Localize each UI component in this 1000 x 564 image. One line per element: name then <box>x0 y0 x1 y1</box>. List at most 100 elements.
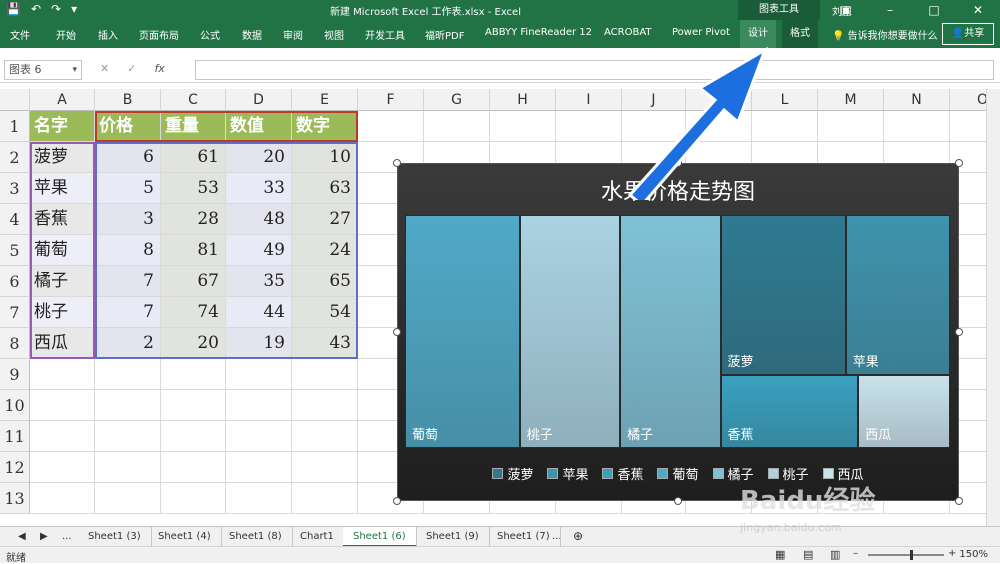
row-header-12[interactable]: 12 <box>0 452 30 483</box>
table-cell[interactable]: 54 <box>292 297 358 328</box>
tab-review[interactable]: 审阅 <box>283 27 303 42</box>
undo-icon[interactable]: ↶ <box>31 2 41 16</box>
add-sheet-icon[interactable]: ⊕ <box>573 529 583 543</box>
column-header-i[interactable]: I <box>556 89 622 111</box>
row-header-2[interactable]: 2 <box>0 142 30 173</box>
legend-item[interactable]: 菠萝 <box>492 464 533 483</box>
resize-handle[interactable] <box>955 159 963 167</box>
treemap-rect[interactable]: 菠萝 <box>720 215 846 376</box>
resize-handle[interactable] <box>393 159 401 167</box>
legend-item[interactable]: 葡萄 <box>657 464 699 483</box>
tab-foxit-pdf[interactable]: 福昕PDF <box>425 27 464 42</box>
cell[interactable] <box>161 483 226 514</box>
cell[interactable] <box>30 390 95 421</box>
tab-data[interactable]: 数据 <box>242 27 262 42</box>
cell[interactable] <box>95 359 161 390</box>
row-header-4[interactable]: 4 <box>0 204 30 235</box>
table-header-cell[interactable]: 重量 <box>161 111 226 142</box>
cell[interactable] <box>161 390 226 421</box>
table-cell[interactable]: 74 <box>161 297 226 328</box>
table-cell[interactable]: 2 <box>95 328 161 359</box>
treemap-rect[interactable]: 葡萄 <box>405 215 520 448</box>
resize-handle[interactable] <box>393 328 401 336</box>
row-header-8[interactable]: 8 <box>0 328 30 359</box>
column-header-m[interactable]: M <box>818 89 884 111</box>
tab-insert[interactable]: 插入 <box>98 27 118 42</box>
zoom-level[interactable]: 150% <box>959 549 988 560</box>
resize-handle[interactable] <box>393 497 401 505</box>
page-break-view-icon[interactable]: ▥ <box>830 548 840 561</box>
ribbon-options-icon[interactable]: ▣ <box>824 0 868 20</box>
legend-item[interactable]: 苹果 <box>547 464 588 483</box>
row-header-13[interactable]: 13 <box>0 483 30 514</box>
table-cell[interactable]: 49 <box>226 235 292 266</box>
table-cell[interactable]: 香蕉 <box>30 204 95 235</box>
table-cell[interactable]: 3 <box>95 204 161 235</box>
page-layout-view-icon[interactable]: ▤ <box>803 548 813 561</box>
cell[interactable] <box>358 111 424 142</box>
table-cell[interactable]: 28 <box>161 204 226 235</box>
cell[interactable] <box>95 452 161 483</box>
table-cell[interactable]: 24 <box>292 235 358 266</box>
table-cell[interactable]: 67 <box>161 266 226 297</box>
treemap-rect[interactable]: 香蕉 <box>720 375 859 448</box>
plot-area[interactable]: 葡萄 桃子 橘子 菠萝 苹果 香蕉 西瓜 <box>405 215 950 448</box>
tab-page-layout[interactable]: 页面布局 <box>139 27 179 42</box>
cell[interactable] <box>226 483 292 514</box>
treemap-rect[interactable]: 橘子 <box>620 215 721 448</box>
column-header-c[interactable]: C <box>161 89 226 111</box>
sheet-tab[interactable]: Sheet1 (6) <box>343 527 417 547</box>
insert-function-icon[interactable]: fx <box>154 62 164 75</box>
cell[interactable] <box>95 421 161 452</box>
sheet-tab[interactable]: Sheet1 (3) <box>78 527 152 547</box>
zoom-out-icon[interactable]: – <box>853 548 858 559</box>
cell[interactable] <box>226 390 292 421</box>
cell[interactable] <box>95 390 161 421</box>
cell[interactable] <box>161 421 226 452</box>
table-cell[interactable]: 35 <box>226 266 292 297</box>
table-cell[interactable]: 7 <box>95 297 161 328</box>
row-header-7[interactable]: 7 <box>0 297 30 328</box>
column-header-n[interactable]: N <box>884 89 950 111</box>
sheet-tab[interactable]: Sheet1 (8) <box>219 527 293 547</box>
cell[interactable] <box>424 111 490 142</box>
column-header-a[interactable]: A <box>30 89 95 111</box>
table-cell[interactable]: 7 <box>95 266 161 297</box>
table-cell[interactable]: 53 <box>161 173 226 204</box>
tab-developer[interactable]: 开发工具 <box>365 27 405 42</box>
cell[interactable] <box>30 359 95 390</box>
table-header-cell[interactable]: 价格 <box>95 111 161 142</box>
tab-home[interactable]: 开始 <box>56 27 76 42</box>
resize-handle[interactable] <box>674 497 682 505</box>
table-cell[interactable]: 西瓜 <box>30 328 95 359</box>
cell[interactable] <box>292 483 358 514</box>
save-icon[interactable]: 💾 <box>6 2 21 16</box>
prev-sheet-icon[interactable]: ◀ <box>18 531 26 542</box>
cell[interactable] <box>161 452 226 483</box>
share-button[interactable]: 👤共享 <box>942 23 994 45</box>
normal-view-icon[interactable]: ▦ <box>775 548 785 561</box>
cell[interactable] <box>30 421 95 452</box>
redo-icon[interactable]: ↷ <box>51 2 61 16</box>
cell[interactable] <box>226 452 292 483</box>
sheet-tab[interactable]: Chart1 <box>290 527 345 547</box>
table-cell[interactable]: 菠萝 <box>30 142 95 173</box>
tab-format[interactable]: 格式 <box>782 20 818 48</box>
row-header-9[interactable]: 9 <box>0 359 30 390</box>
cell[interactable] <box>226 359 292 390</box>
next-sheet-icon[interactable]: ▶ <box>40 531 48 542</box>
table-cell[interactable]: 27 <box>292 204 358 235</box>
table-cell[interactable]: 桃子 <box>30 297 95 328</box>
table-cell[interactable]: 葡萄 <box>30 235 95 266</box>
row-header-3[interactable]: 3 <box>0 173 30 204</box>
table-cell[interactable]: 20 <box>226 142 292 173</box>
tab-formulas[interactable]: 公式 <box>200 27 220 42</box>
cell[interactable] <box>556 111 622 142</box>
column-header-g[interactable]: G <box>424 89 490 111</box>
maximize-icon[interactable]: □ <box>912 0 956 20</box>
table-cell[interactable]: 44 <box>226 297 292 328</box>
select-all-corner[interactable] <box>0 89 30 111</box>
row-header-11[interactable]: 11 <box>0 421 30 452</box>
tab-power-pivot[interactable]: Power Pivot <box>672 27 730 38</box>
legend-item[interactable]: 香蕉 <box>602 464 643 483</box>
